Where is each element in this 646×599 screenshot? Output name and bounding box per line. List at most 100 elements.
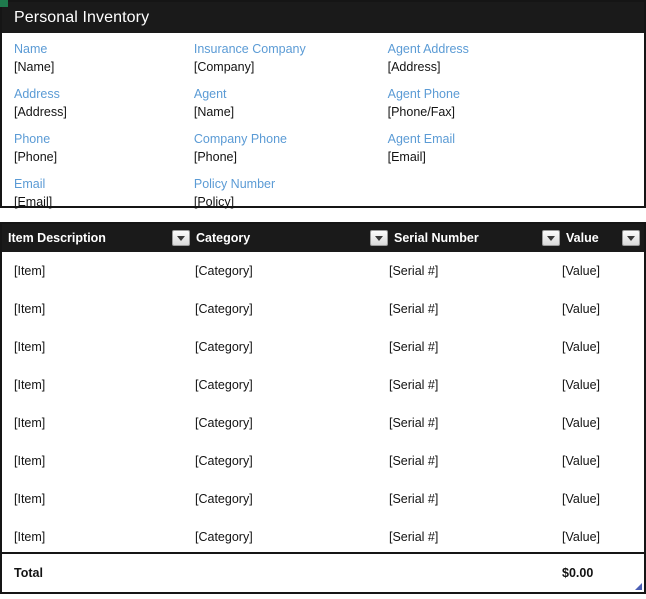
field-label-company-phone: Company Phone (193, 132, 287, 146)
cell-serial-number[interactable]: [Serial #] (389, 252, 554, 290)
cell-value[interactable]: [Value] (562, 404, 642, 442)
column-header-label-serial-number: Serial Number (394, 231, 479, 245)
inventory-table-body: [Item] [Category] [Serial #] [Value] [It… (2, 252, 644, 556)
field-label-agent-address: Agent Address (387, 42, 469, 56)
cell-category[interactable]: [Category] (195, 366, 380, 404)
column-header-extra[interactable] (622, 224, 640, 252)
cell-serial-number[interactable]: [Serial #] (389, 328, 554, 366)
cell-value[interactable]: [Value] (562, 518, 642, 556)
cell-value[interactable]: [Value] (562, 442, 642, 480)
field-label-agent: Agent (193, 87, 227, 101)
cell-value[interactable]: [Value] (562, 480, 642, 518)
field-value-name[interactable]: [Name] (14, 58, 194, 76)
info-column-insurance: Insurance Company [Company] Agent [Name]… (194, 41, 388, 221)
cell-value[interactable]: [Value] (562, 328, 642, 366)
field-value-phone[interactable]: [Phone] (14, 148, 194, 166)
filter-dropdown-icon-serial-number[interactable] (370, 230, 388, 246)
table-row[interactable]: [Item] [Category] [Serial #] [Value] (2, 290, 644, 328)
field-value-policy-number[interactable]: [Policy] (194, 193, 388, 211)
sheet-corner-marker (0, 0, 8, 7)
inventory-table-header-row: Item Description Category Serial Number … (2, 224, 644, 252)
field-label-phone: Phone (14, 132, 51, 146)
field-agent-email: Agent Email [Email] (388, 131, 644, 166)
cell-item-description[interactable]: [Item] (14, 252, 189, 290)
page-title: Personal Inventory (14, 8, 150, 26)
field-label-agent-email: Agent Email (387, 132, 456, 146)
field-address: Address [Address] (14, 86, 194, 121)
cell-item-description[interactable]: [Item] (14, 366, 189, 404)
column-header-serial-number[interactable]: Serial Number (370, 224, 479, 252)
info-card-title-bar: Personal Inventory (2, 2, 644, 33)
cell-category[interactable]: [Category] (195, 290, 380, 328)
field-agent-address: Agent Address [Address] (388, 41, 644, 76)
info-column-owner: Name [Name] Address [Address] Phone [Pho… (2, 41, 194, 221)
column-header-item-description[interactable]: Item Description (8, 224, 106, 252)
total-value: $0.00 (562, 566, 594, 580)
field-label-policy-number: Policy Number (193, 177, 276, 191)
cell-category[interactable]: [Category] (195, 404, 380, 442)
cell-category[interactable]: [Category] (195, 518, 380, 556)
field-value-agent[interactable]: [Name] (194, 103, 388, 121)
table-row[interactable]: [Item] [Category] [Serial #] [Value] (2, 252, 644, 290)
cell-serial-number[interactable]: [Serial #] (389, 290, 554, 328)
table-row[interactable]: [Item] [Category] [Serial #] [Value] (2, 480, 644, 518)
field-phone: Phone [Phone] (14, 131, 194, 166)
field-email: Email [Email] (14, 176, 194, 211)
field-value-address[interactable]: [Address] (14, 103, 194, 121)
info-column-agent-contact: Agent Address [Address] Agent Phone [Pho… (388, 41, 644, 221)
cell-item-description[interactable]: [Item] (14, 328, 189, 366)
field-value-agent-email[interactable]: [Email] (388, 148, 644, 166)
table-row[interactable]: [Item] [Category] [Serial #] [Value] (2, 442, 644, 480)
total-label: Total (14, 566, 43, 580)
field-policy-number: Policy Number [Policy] (194, 176, 388, 211)
filter-dropdown-icon-extra[interactable] (622, 230, 640, 246)
table-row[interactable]: [Item] [Category] [Serial #] [Value] (2, 366, 644, 404)
field-value-company-phone[interactable]: [Phone] (194, 148, 388, 166)
inventory-table: Item Description Category Serial Number … (0, 222, 646, 594)
field-company-phone: Company Phone [Phone] (194, 131, 388, 166)
cell-category[interactable]: [Category] (195, 480, 380, 518)
filter-dropdown-icon-value[interactable] (542, 230, 560, 246)
field-name: Name [Name] (14, 41, 194, 76)
column-header-label-item-description: Item Description (8, 231, 106, 245)
field-label-email: Email (14, 177, 46, 191)
cell-category[interactable]: [Category] (195, 252, 380, 290)
filter-dropdown-icon-category[interactable] (172, 230, 190, 246)
field-value-insurance-company[interactable]: [Company] (194, 58, 388, 76)
field-value-agent-address[interactable]: [Address] (388, 58, 644, 76)
table-row[interactable]: [Item] [Category] [Serial #] [Value] (2, 518, 644, 556)
cell-value[interactable]: [Value] (562, 366, 642, 404)
cell-item-description[interactable]: [Item] (14, 480, 189, 518)
field-insurance-company: Insurance Company [Company] (194, 41, 388, 76)
column-header-label-category: Category (196, 231, 251, 245)
cell-serial-number[interactable]: [Serial #] (389, 518, 554, 556)
cell-serial-number[interactable]: [Serial #] (389, 442, 554, 480)
field-value-email[interactable]: [Email] (14, 193, 194, 211)
field-value-agent-phone[interactable]: [Phone/Fax] (388, 103, 644, 121)
field-label-insurance-company: Insurance Company (193, 42, 306, 56)
table-row[interactable]: [Item] [Category] [Serial #] [Value] (2, 404, 644, 442)
cell-item-description[interactable]: [Item] (14, 290, 189, 328)
column-header-category[interactable]: Category (172, 224, 250, 252)
field-agent-phone: Agent Phone [Phone/Fax] (388, 86, 644, 121)
cell-category[interactable]: [Category] (195, 442, 380, 480)
personal-inventory-info-card: Personal Inventory Name [Name] Address [… (0, 0, 646, 209)
field-label-name: Name (14, 42, 48, 56)
cell-value[interactable]: [Value] (562, 252, 642, 290)
table-row[interactable]: [Item] [Category] [Serial #] [Value] (2, 328, 644, 366)
field-label-address: Address (14, 87, 60, 101)
cell-serial-number[interactable]: [Serial #] (389, 366, 554, 404)
cell-serial-number[interactable]: [Serial #] (389, 480, 554, 518)
column-header-label-value: Value (566, 231, 599, 245)
cell-serial-number[interactable]: [Serial #] (389, 404, 554, 442)
column-header-value[interactable]: Value (542, 224, 599, 252)
field-agent: Agent [Name] (194, 86, 388, 121)
field-label-agent-phone: Agent Phone (387, 87, 460, 101)
cell-item-description[interactable]: [Item] (14, 404, 189, 442)
inventory-total-row: Total $0.00 (2, 552, 644, 592)
info-card-body: Name [Name] Address [Address] Phone [Pho… (2, 33, 644, 221)
cell-item-description[interactable]: [Item] (14, 442, 189, 480)
cell-value[interactable]: [Value] (562, 290, 642, 328)
cell-item-description[interactable]: [Item] (14, 518, 189, 556)
cell-category[interactable]: [Category] (195, 328, 380, 366)
